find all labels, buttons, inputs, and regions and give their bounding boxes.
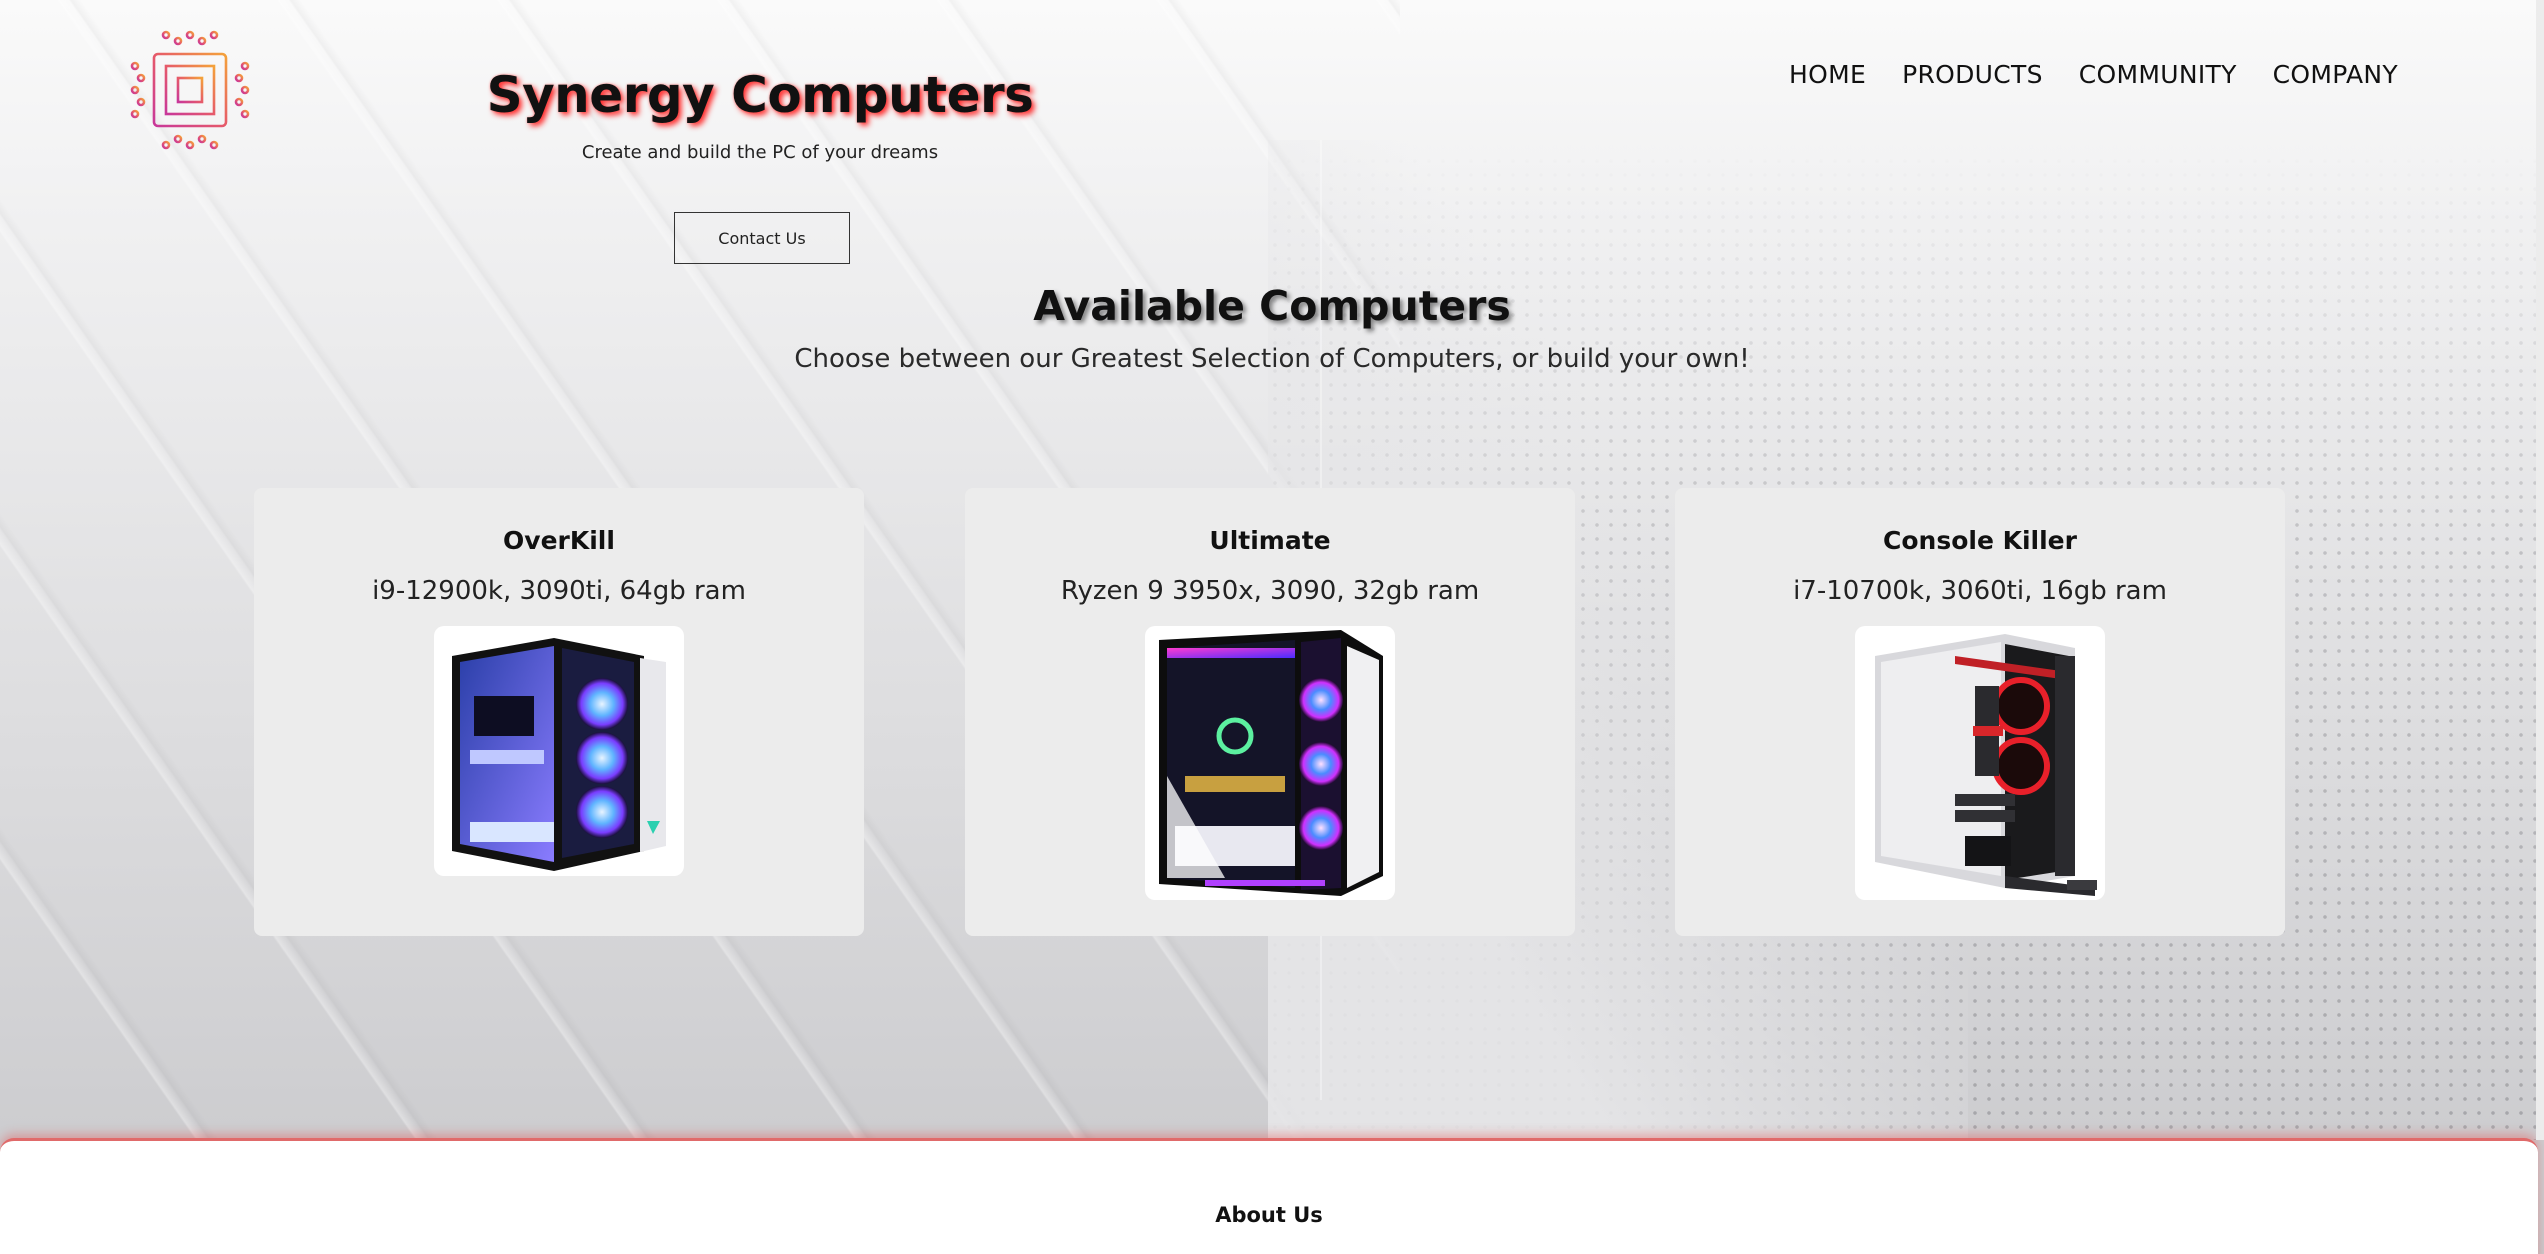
pc-case-red-open-frame-image[interactable] (1855, 626, 2105, 900)
product-name: OverKill (503, 526, 615, 555)
product-specs: i9-12900k, 3090ti, 64gb ram (372, 576, 746, 606)
logo[interactable] (126, 26, 254, 154)
nav-community[interactable]: COMMUNITY (2079, 60, 2237, 89)
section-subtitle: Choose between our Greatest Selection of… (794, 344, 1750, 374)
footer: About Us (0, 1138, 2538, 1254)
circuit-chip-icon (130, 30, 250, 150)
nav-company[interactable]: COMPANY (2273, 60, 2398, 89)
page-scrollbar[interactable] (2536, 0, 2544, 1140)
nav-products[interactable]: PRODUCTS (1902, 60, 2043, 89)
pc-case-purple-rgb-image[interactable] (1145, 626, 1395, 900)
product-name: Ultimate (1209, 526, 1331, 555)
product-card-ultimate[interactable]: Ultimate Ryzen 9 3950x, 3090, 32gb ram (965, 488, 1575, 936)
product-name: Console Killer (1883, 526, 2077, 555)
product-specs: Ryzen 9 3950x, 3090, 32gb ram (1060, 576, 1480, 606)
pc-case-blue-rgb-image[interactable] (434, 626, 684, 876)
nav-home[interactable]: HOME (1789, 60, 1866, 89)
product-specs: i7-10700k, 3060ti, 16gb ram (1793, 576, 2167, 606)
brand-title: Synergy Computers (486, 66, 1034, 124)
product-card-overkill[interactable]: OverKill i9-12900k, 3090ti, 64gb ram (254, 488, 864, 936)
about-us-heading: About Us (1215, 1203, 1323, 1227)
main-nav: HOME PRODUCTS COMMUNITY COMPANY (1789, 60, 2398, 89)
contact-us-button[interactable]: Contact Us (674, 212, 850, 264)
brand-tagline: Create and build the PC of your dreams (581, 142, 939, 163)
product-card-console-killer[interactable]: Console Killer i7-10700k, 3060ti, 16gb r… (1675, 488, 2285, 936)
section-title: Available Computers (1033, 282, 1511, 330)
